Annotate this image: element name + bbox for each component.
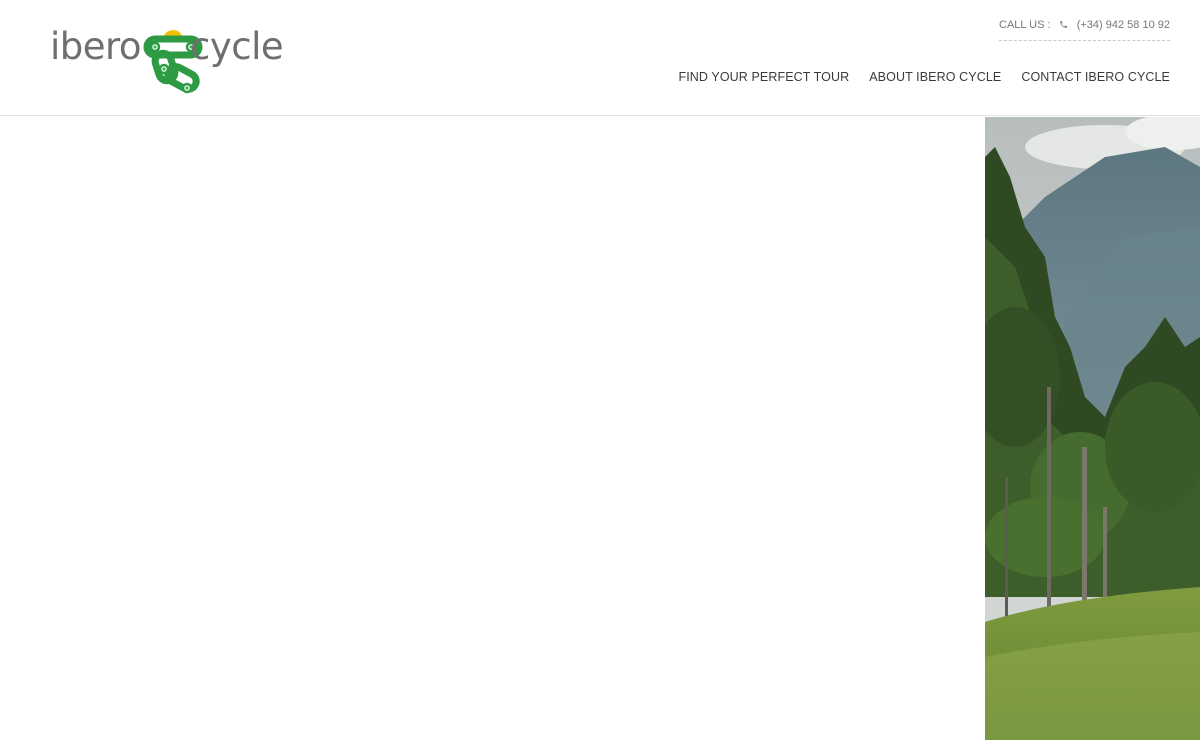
logo-text-cycle: cycle — [190, 25, 284, 68]
call-us-label: CALL US : — [999, 18, 1051, 31]
logo-text-ibero: ibero — [50, 25, 142, 68]
main-nav: FIND YOUR PERFECT TOUR ABOUT IBERO CYCLE… — [679, 70, 1171, 84]
ibero-cycle-logo[interactable]: ibero cycle — [50, 24, 290, 100]
nav-item-about-ibero-cycle[interactable]: ABOUT IBERO CYCLE — [869, 70, 1001, 84]
nav-item-contact-ibero-cycle[interactable]: CONTACT IBERO CYCLE — [1021, 70, 1170, 84]
hero-forest-mountain-photo — [985, 117, 1200, 740]
forest-landscape-image — [985, 117, 1200, 740]
phone-icon — [1059, 21, 1067, 28]
site-header: ibero cycle CALL US: (+34) 942 58 10 92… — [0, 0, 1200, 116]
contact-topbar: CALL US : (+34) 942 58 10 92 — [999, 11, 1170, 41]
main-content-blank — [0, 116, 985, 740]
phone-number-link[interactable]: (+34) 942 58 10 92 — [1077, 19, 1170, 31]
page: ibero cycle CALL US: (+34) 942 58 10 92… — [0, 0, 1200, 740]
nav-item-find-your-perfect-tour[interactable]: FIND YOUR PERFECT TOUR — [679, 70, 850, 84]
